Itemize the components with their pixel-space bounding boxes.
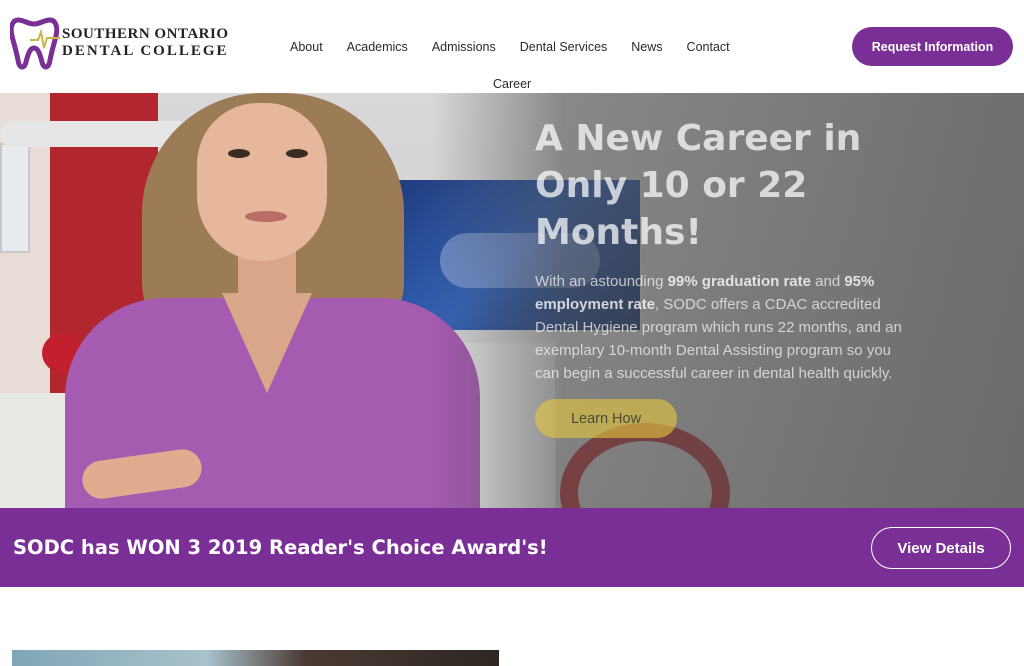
request-information-button[interactable]: Request Information — [852, 27, 1013, 66]
logo-text-line2: DENTAL COLLEGE — [62, 43, 229, 59]
tooth-logo-icon — [10, 17, 60, 70]
hero-text-part: and — [810, 273, 845, 290]
learn-how-button[interactable]: Learn How — [535, 399, 677, 438]
graduation-rate: 99% graduation rate — [667, 273, 811, 290]
hero-content: A New Career in Only 10 or 22 Months! Wi… — [535, 115, 915, 438]
logo-text-line1: SOUTHERN ONTARIO — [62, 26, 229, 42]
view-details-button[interactable]: View Details — [871, 527, 1011, 569]
hero-description: With an astounding 99% graduation rate a… — [535, 270, 915, 385]
site-header: SOUTHERN ONTARIO DENTAL COLLEGE About Ac… — [0, 0, 1024, 93]
nav-contact[interactable]: Contact — [675, 38, 742, 56]
hero-banner: A New Career in Only 10 or 22 Months! Wi… — [0, 93, 1024, 508]
nav-career[interactable]: Career — [493, 77, 531, 91]
main-nav: About Academics Admissions Dental Servic… — [278, 38, 742, 56]
nav-about[interactable]: About — [278, 38, 335, 56]
nav-academics[interactable]: Academics — [335, 38, 420, 56]
hero-title: A New Career in Only 10 or 22 Months! — [535, 118, 862, 253]
site-logo[interactable]: SOUTHERN ONTARIO DENTAL COLLEGE — [10, 14, 228, 74]
nav-admissions[interactable]: Admissions — [420, 38, 508, 56]
award-banner: SODC has WON 3 2019 Reader's Choice Awar… — [0, 508, 1024, 587]
content-image — [12, 650, 499, 666]
nav-dental-services[interactable]: Dental Services — [508, 38, 620, 56]
nav-news[interactable]: News — [619, 38, 674, 56]
award-text: SODC has WON 3 2019 Reader's Choice Awar… — [13, 536, 548, 559]
hero-text-part: With an astounding — [535, 273, 668, 290]
